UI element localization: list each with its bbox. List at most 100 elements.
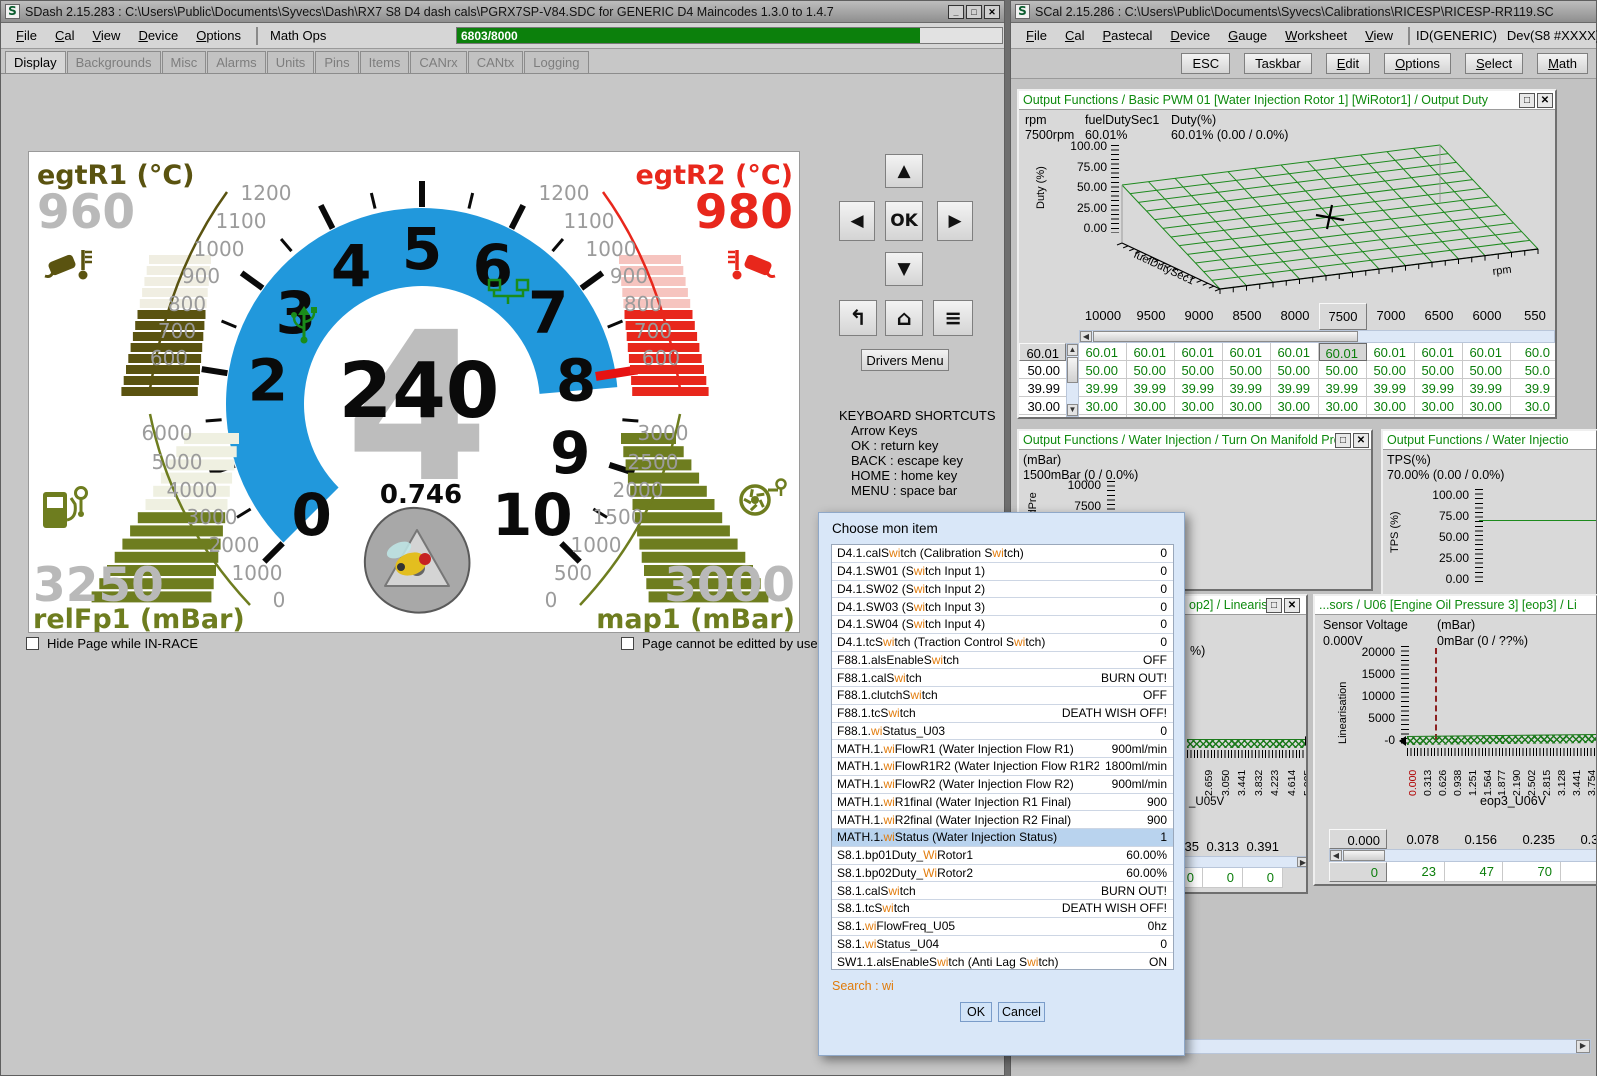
table-cell[interactable]: 30.00 bbox=[1175, 397, 1223, 415]
tab-logging[interactable]: Logging bbox=[524, 51, 588, 73]
nav-menu-button[interactable]: ≡ bbox=[933, 300, 973, 336]
mon-item-row[interactable]: MATH.1.wiFlowR1 (Water Injection Flow R1… bbox=[832, 740, 1173, 758]
table-row-header[interactable]: 50.00 bbox=[1019, 361, 1066, 379]
toolbar-button-taskbar[interactable]: Taskbar bbox=[1244, 53, 1312, 74]
scroll-right-icon[interactable]: ▶ bbox=[1297, 857, 1308, 867]
table-cell[interactable]: 0 bbox=[1203, 868, 1243, 888]
window-control-button[interactable]: _ bbox=[948, 5, 964, 19]
menu-item-worksheet[interactable]: Worksheet bbox=[1276, 25, 1356, 46]
mon-item-row[interactable]: D4.1.SW03 (Switch Input 3)0 bbox=[832, 598, 1173, 616]
table-h-scrollbar[interactable]: ◀ bbox=[1329, 849, 1597, 862]
table-cell[interactable]: 20.0 bbox=[1511, 415, 1555, 417]
scroll-up-icon[interactable]: ▲ bbox=[1067, 344, 1078, 356]
menu-item-view[interactable]: View bbox=[83, 25, 129, 46]
mon-item-row[interactable]: F88.1.alsEnableSwitchOFF bbox=[832, 652, 1173, 670]
table-cell[interactable]: 50.00 bbox=[1223, 361, 1271, 379]
table-cell[interactable]: 30.00 bbox=[1079, 397, 1127, 415]
table-cell[interactable]: 39.99 bbox=[1415, 379, 1463, 397]
table-cell[interactable]: 60.01 bbox=[1127, 343, 1175, 361]
table-cell[interactable]: 30.00 bbox=[1127, 397, 1175, 415]
nav-right-button[interactable]: ▶ bbox=[937, 201, 973, 241]
table-cell[interactable]: 50.00 bbox=[1415, 361, 1463, 379]
scroll-left-icon[interactable]: ◀ bbox=[1330, 850, 1342, 861]
nav-up-button[interactable]: ▲ bbox=[885, 154, 923, 188]
mon-item-row[interactable]: MATH.1.wiR1final (Water Injection R1 Fin… bbox=[832, 794, 1173, 812]
table-cell[interactable]: 60.01 bbox=[1223, 343, 1271, 361]
table-cell[interactable]: 50.00 bbox=[1271, 361, 1319, 379]
table-col-header[interactable]: 0.313 bbox=[1203, 836, 1243, 856]
nav-ok-button[interactable]: OK bbox=[885, 201, 923, 241]
table-cell[interactable]: 39.99 bbox=[1271, 379, 1319, 397]
menu-item-gauge[interactable]: Gauge bbox=[1219, 25, 1276, 46]
toolbar-button-edit[interactable]: Edit bbox=[1326, 53, 1370, 74]
mon-item-row[interactable]: F88.1.wiStatus_U030 bbox=[832, 723, 1173, 741]
mon-item-row[interactable]: F88.1.clutchSwitchOFF bbox=[832, 687, 1173, 705]
nav-back-button[interactable]: ↰ bbox=[839, 300, 877, 336]
scrollbar-thumb[interactable] bbox=[1343, 850, 1385, 861]
mon-item-row[interactable]: F88.1.calSwitchBURN OUT! bbox=[832, 669, 1173, 687]
table-cell[interactable]: 60.01 bbox=[1415, 343, 1463, 361]
scroll-left-icon[interactable]: ◀ bbox=[1080, 331, 1092, 342]
table-cell[interactable]: 20.00 bbox=[1079, 415, 1127, 417]
close-icon[interactable]: ✕ bbox=[1353, 433, 1369, 448]
table-cell[interactable]: 30.00 bbox=[1367, 397, 1415, 415]
scal-titlebar[interactable]: S SCal 2.15.286 : C:\Users\Public\Docume… bbox=[1011, 1, 1596, 23]
table-col-header[interactable]: 550 bbox=[1511, 303, 1555, 330]
table-cell[interactable]: 60.01 bbox=[1271, 343, 1319, 361]
tab-canrx[interactable]: CANrx bbox=[410, 51, 466, 73]
table-cell[interactable]: 60.01 bbox=[1079, 343, 1127, 361]
hide-page-checkbox[interactable] bbox=[26, 637, 39, 650]
scrollbar-thumb[interactable] bbox=[1067, 357, 1078, 383]
table-cell[interactable]: 0 bbox=[1329, 862, 1387, 882]
mon-item-row[interactable]: D4.1.tcSwitch (Traction Control Switch)0 bbox=[832, 634, 1173, 652]
table-cell[interactable]: 20.00 bbox=[1175, 415, 1223, 417]
tab-misc[interactable]: Misc bbox=[162, 51, 207, 73]
maximize-icon[interactable]: □ bbox=[1335, 433, 1351, 448]
table-col-header[interactable]: 0.391 bbox=[1243, 836, 1283, 856]
table-row-header[interactable]: 20.00 bbox=[1019, 415, 1066, 417]
table-cell[interactable]: 20.00 bbox=[1127, 415, 1175, 417]
table-cell[interactable]: 30.00 bbox=[1319, 397, 1367, 415]
table-cell[interactable]: 50.00 bbox=[1127, 361, 1175, 379]
tab-display[interactable]: Display bbox=[5, 51, 66, 73]
table-cell[interactable]: 20.00 bbox=[1319, 415, 1367, 417]
table-cell[interactable]: 20.00 bbox=[1367, 415, 1415, 417]
table-cell[interactable]: 39.99 bbox=[1319, 379, 1367, 397]
table-cell[interactable]: 60.0 bbox=[1511, 343, 1555, 361]
menu-item-cal[interactable]: Cal bbox=[46, 25, 84, 46]
scroll-down-icon[interactable]: ▼ bbox=[1067, 404, 1078, 416]
table-cell[interactable]: 39.99 bbox=[1463, 379, 1511, 397]
menu-item-options[interactable]: Options bbox=[187, 25, 250, 46]
table-cell[interactable]: 60.01 bbox=[1175, 343, 1223, 361]
mon-item-row[interactable]: S8.1.wiStatus_U040 bbox=[832, 936, 1173, 954]
mon-item-row[interactable]: F88.1.tcSwitchDEATH WISH OFF! bbox=[832, 705, 1173, 723]
tab-cantx[interactable]: CANtx bbox=[468, 51, 524, 73]
menu-item-cal[interactable]: Cal bbox=[1056, 25, 1094, 46]
table-cell[interactable]: 70 bbox=[1503, 862, 1561, 882]
window-control-button[interactable]: ✕ bbox=[984, 5, 1000, 19]
mon-item-row[interactable]: D4.1.SW02 (Switch Input 2)0 bbox=[832, 581, 1173, 599]
table-cell[interactable]: 20.00 bbox=[1415, 415, 1463, 417]
mon-item-row[interactable]: S8.1.bp02Duty_WiRotor260.00% bbox=[832, 865, 1173, 883]
table-cell[interactable]: 23 bbox=[1387, 862, 1445, 882]
table-col-header[interactable]: 0.078 bbox=[1387, 829, 1445, 849]
table-col-header[interactable]: 6000 bbox=[1463, 303, 1511, 330]
mon-item-row[interactable]: S8.1.calSwitchBURN OUT! bbox=[832, 882, 1173, 900]
table-cell[interactable]: 39.99 bbox=[1127, 379, 1175, 397]
table-cell[interactable]: 30.00 bbox=[1223, 397, 1271, 415]
mon-item-row[interactable]: MATH.1.wiR2final (Water Injection R2 Fin… bbox=[832, 811, 1173, 829]
table-cell[interactable]: 39.99 bbox=[1367, 379, 1415, 397]
tab-items[interactable]: Items bbox=[360, 51, 410, 73]
mon-item-row[interactable]: MATH.1.wiFlowR1R2 (Water Injection Flow … bbox=[832, 758, 1173, 776]
toolbar-button-options[interactable]: Options bbox=[1384, 53, 1451, 74]
table-col-header[interactable]: 0 bbox=[1283, 836, 1308, 856]
table-cell[interactable]: 20.00 bbox=[1271, 415, 1319, 417]
mon-item-row[interactable]: D4.1.SW01 (Switch Input 1)0 bbox=[832, 563, 1173, 581]
tab-pins[interactable]: Pins bbox=[315, 51, 358, 73]
nav-home-button[interactable]: ⌂ bbox=[885, 300, 923, 336]
table-cell[interactable]: 0 bbox=[1243, 868, 1283, 888]
table-col-header[interactable]: 0.235 bbox=[1503, 829, 1561, 849]
toolbar-button-esc[interactable]: ESC bbox=[1181, 53, 1230, 74]
table-col-header[interactable]: 0.313 bbox=[1561, 829, 1597, 849]
surface-plot[interactable]: fuelDutySec1rpm bbox=[1115, 139, 1555, 301]
